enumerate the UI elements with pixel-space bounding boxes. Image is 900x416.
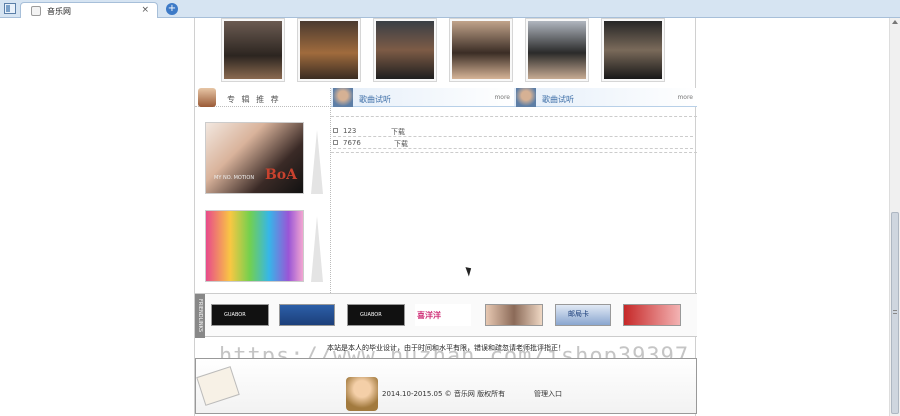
close-tab-icon[interactable]: × [141,5,149,15]
song-pane-divider [331,152,697,153]
song-pane-avatar [333,88,353,107]
scroll-up-icon[interactable] [892,20,898,24]
song-pane-left-header: 歌曲试听 more [331,88,514,107]
artist-photo-strip [219,18,674,84]
link-banner-5[interactable] [485,304,543,326]
scrollbar-thumb[interactable] [891,212,899,414]
tab-title: 音乐网 [47,7,71,16]
music-site-page: 专 辑 推 荐 BoA MY NO. MOTION 歌曲试听 more 歌曲试听… [194,18,697,416]
link-banner-2[interactable] [279,304,335,326]
song-pane-left-title: 歌曲试听 [359,95,391,104]
song-row[interactable]: 7676 下载 [333,137,693,149]
artist-photo[interactable] [373,18,437,82]
artist-photo[interactable] [601,18,665,82]
album-header-avatar [198,88,216,107]
scroll-grip-icon [893,310,897,314]
song-name[interactable]: 7676 [343,139,361,147]
song-pane-right-header: 歌曲试听 more [514,88,697,107]
link-banner-7[interactable] [623,304,681,326]
notice-text: 本站是本人的毕业设计，由于时间和水平有限，错误和疏忽请老师批评指正！ [327,344,565,352]
artist-photo[interactable] [297,18,361,82]
window-menu-icon[interactable] [4,3,16,14]
site-favicon-icon [31,6,41,16]
link-banner-6[interactable]: 邮局卡 [555,304,611,326]
album-section-header: 专 辑 推 荐 [195,88,331,107]
album-cover-boa[interactable]: BoA MY NO. MOTION [205,122,304,194]
link-banner-text: GUABOR [360,312,382,318]
admin-entry-link[interactable]: 管理入口 [534,389,562,399]
link-banner-3[interactable]: GUABOR [347,304,405,326]
more-link-left[interactable]: more [494,94,510,101]
footer-avatar [346,377,378,411]
link-banner-text: GUABOR [224,312,246,318]
download-link[interactable]: 下载 [394,139,408,149]
browser-tab[interactable]: 音乐网 × [20,2,158,18]
vertical-scrollbar[interactable] [889,18,900,416]
site-logo-icon [196,366,240,406]
link-banner-1[interactable]: GUABOR [211,304,269,326]
copyright-text: 2014.10-2015.05 © 音乐网 版权所有 [382,390,506,398]
link-banner-text: 喜洋洋 [417,311,441,320]
album-cover-rainbow[interactable] [205,210,304,282]
song-bullet-icon [333,140,338,145]
decorative-shard [311,216,323,282]
song-pane-right-title: 歌曲试听 [542,95,574,104]
link-banner-text: 邮局卡 [568,310,589,318]
artist-photo[interactable] [525,18,589,82]
album-cover-subtitle: MY NO. MOTION [214,175,255,181]
song-row[interactable]: 123 下载 [333,125,693,137]
song-preview-section: 歌曲试听 more 歌曲试听 more 123 下载 7676 下载 [331,88,697,293]
download-link[interactable]: 下载 [391,127,405,137]
album-section-title: 专 辑 推 荐 [227,95,281,104]
page-footer: 2014.10-2015.05 © 音乐网 版权所有 管理入口 [195,358,697,414]
song-pane-avatar [516,88,536,107]
new-tab-button[interactable]: + [166,3,178,15]
artist-photo[interactable] [221,18,285,82]
browser-tab-bar: 音乐网 × + [0,0,900,18]
album-cover-text: BoA [264,167,297,183]
song-bullet-icon [333,128,338,133]
artist-photo[interactable] [449,18,513,82]
song-pane-divider [331,116,697,117]
more-link-right[interactable]: more [677,94,693,101]
decorative-shard [311,130,323,194]
song-name[interactable]: 123 [343,127,356,135]
link-banner-4[interactable]: 喜洋洋 [415,304,471,326]
friend-links-bar: FRIENDLINKS GUABOR GUABOR 喜洋洋 邮局卡 [195,293,697,338]
friend-links-label: FRIENDLINKS [195,294,205,338]
